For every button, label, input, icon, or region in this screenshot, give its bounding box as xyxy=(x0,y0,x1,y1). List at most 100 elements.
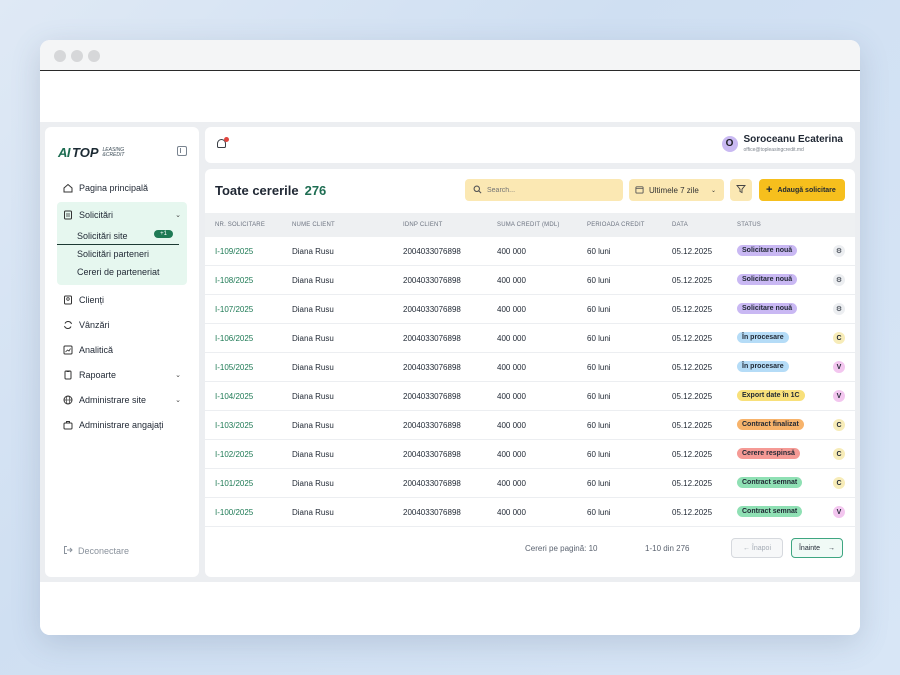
request-id-cell[interactable]: I-106/2025 xyxy=(215,334,253,343)
client-name-cell: Diana Rusu xyxy=(292,305,334,314)
column-header-idnp[interactable]: IDNP CLIENT xyxy=(403,222,442,228)
sidebar-subitem-solicitari-parteneri[interactable]: Solicitări parteneri xyxy=(57,245,187,263)
client-idnp-cell: 2004033076898 xyxy=(403,421,461,430)
table-row[interactable]: I-104/2025 Diana Rusu 2004033076898 400 000… xyxy=(205,382,855,411)
credit-period-cell: 60 luni xyxy=(587,450,611,459)
logo-mark: AI xyxy=(58,145,71,160)
table-row[interactable]: I-109/2025 Diana Rusu 2004033076898 400 000… xyxy=(205,237,855,266)
request-id-cell[interactable]: I-107/2025 xyxy=(215,305,253,314)
next-page-button[interactable]: Înainte → xyxy=(791,538,843,558)
sidebar-item-label: Pagina principală xyxy=(79,182,149,193)
client-idnp-cell: 2004033076898 xyxy=(403,247,461,256)
table-row[interactable]: I-106/2025 Diana Rusu 2004033076898 400 000… xyxy=(205,324,855,353)
browser-window: AI TOP LEASING &CREDIT Pagina principală xyxy=(40,40,860,635)
assignee-avatar[interactable]: C xyxy=(833,477,845,489)
date-cell: 05.12.2025 xyxy=(672,276,713,285)
prev-page-button[interactable]: ← Înapoi xyxy=(731,538,783,558)
request-id-cell[interactable]: I-104/2025 xyxy=(215,392,253,401)
search-input[interactable] xyxy=(487,186,617,194)
date-cell: 05.12.2025 xyxy=(672,421,713,430)
settings-icon[interactable]: ⚙ xyxy=(833,274,845,286)
chevron-down-icon: ⌄ xyxy=(710,187,716,194)
window-close-dot[interactable] xyxy=(54,50,66,62)
table-row[interactable]: I-102/2025 Diana Rusu 2004033076898 400 000… xyxy=(205,440,855,469)
table-row[interactable]: I-103/2025 Diana Rusu 2004033076898 400 000… xyxy=(205,411,855,440)
sidebar-item-label: Administrare angajați xyxy=(79,419,164,430)
sidebar-item-solicitari[interactable]: Solicitări ⌄ xyxy=(57,202,187,227)
client-name-cell: Diana Rusu xyxy=(292,479,334,488)
request-id-cell[interactable]: I-109/2025 xyxy=(215,247,253,256)
table-row[interactable]: I-108/2025 Diana Rusu 2004033076898 400 000… xyxy=(205,266,855,295)
window-maximize-dot[interactable] xyxy=(88,50,100,62)
request-id-cell[interactable]: I-101/2025 xyxy=(215,479,253,488)
credit-period-cell: 60 luni xyxy=(587,247,611,256)
credit-sum-cell: 400 000 xyxy=(497,276,526,285)
app-shell: AI TOP LEASING &CREDIT Pagina principală xyxy=(40,122,860,582)
status-badge: Contract semnat xyxy=(737,506,803,517)
home-icon xyxy=(63,183,73,193)
sidebar-subitem-label: Solicitări parteneri xyxy=(77,249,150,259)
request-id-cell[interactable]: I-103/2025 xyxy=(215,421,253,430)
request-id-cell[interactable]: I-108/2025 xyxy=(215,276,253,285)
user-profile[interactable]: O Soroceanu Ecaterina office@topleasingc… xyxy=(721,134,843,153)
settings-icon[interactable]: ⚙ xyxy=(833,245,845,257)
column-header-status[interactable]: STATUS xyxy=(737,222,761,228)
search-icon xyxy=(473,181,482,199)
status-badge: În procesare xyxy=(737,332,789,343)
per-page-label[interactable]: Cereri pe pagină: 10 xyxy=(525,544,598,553)
settings-icon[interactable]: ⚙ xyxy=(833,303,845,315)
date-cell: 05.12.2025 xyxy=(672,334,713,343)
logout-button[interactable]: Deconectare xyxy=(63,545,129,557)
sidebar-subitem-label: Cereri de parteneriat xyxy=(77,267,160,277)
column-header-date[interactable]: DATA xyxy=(672,222,688,228)
status-badge: Export date în 1C xyxy=(737,390,805,401)
sidebar-collapse-icon[interactable] xyxy=(177,146,187,156)
table-row[interactable]: I-105/2025 Diana Rusu 2004033076898 400 000… xyxy=(205,353,855,382)
filter-button[interactable] xyxy=(730,179,752,201)
column-header-name[interactable]: NUME CLIENT xyxy=(292,222,335,228)
sidebar-item-rapoarte[interactable]: Rapoarte ⌄ xyxy=(57,362,187,387)
assignee-avatar[interactable]: C xyxy=(833,332,845,344)
table-row[interactable]: I-100/2025 Diana Rusu 2004033076898 400 000… xyxy=(205,498,855,527)
table-row[interactable]: I-101/2025 Diana Rusu 2004033076898 400 000… xyxy=(205,469,855,498)
user-icon xyxy=(63,295,73,305)
assignee-avatar[interactable]: V xyxy=(833,506,845,518)
status-badge: Contract finalizat xyxy=(737,419,804,430)
date-cell: 05.12.2025 xyxy=(672,363,713,372)
column-header-period[interactable]: PERIOADA CREDIT xyxy=(587,222,645,228)
add-request-button[interactable]: + Adaugă solicitare xyxy=(759,179,845,201)
credit-period-cell: 60 luni xyxy=(587,276,611,285)
column-header-sum[interactable]: SUMA CREDIT (MDL) xyxy=(497,222,560,228)
assignee-avatar[interactable]: C xyxy=(833,419,845,431)
sidebar-item-vanzari[interactable]: Vânzări xyxy=(57,312,187,337)
avatar: O xyxy=(721,135,738,152)
sidebar-item-administrare-angajati[interactable]: Administrare angajați xyxy=(57,412,187,437)
requests-panel: Toate cererile 276 Ultimele 7 zile ⌄ xyxy=(205,169,855,577)
sidebar-subitem-cereri-parteneriat[interactable]: Cereri de parteneriat xyxy=(57,263,187,281)
window-minimize-dot[interactable] xyxy=(71,50,83,62)
pagination: Cereri pe pagină: 10 1-10 din 276 ← Înap… xyxy=(205,534,855,564)
request-id-cell[interactable]: I-100/2025 xyxy=(215,508,253,517)
prev-page-label: ← Înapoi xyxy=(742,544,772,552)
sidebar-item-label: Administrare site xyxy=(79,394,147,405)
credit-sum-cell: 400 000 xyxy=(497,508,526,517)
column-header-nr[interactable]: NR. SOLICITARE xyxy=(215,222,265,228)
sidebar-group-solicitari: Solicitări ⌄ Solicitări site +1 Solicită… xyxy=(57,202,187,285)
client-name-cell: Diana Rusu xyxy=(292,276,334,285)
request-id-cell[interactable]: I-105/2025 xyxy=(215,363,253,372)
table-row[interactable]: I-107/2025 Diana Rusu 2004033076898 400 000… xyxy=(205,295,855,324)
logo[interactable]: AI TOP LEASING &CREDIT xyxy=(58,145,124,160)
sidebar-item-home[interactable]: Pagina principală xyxy=(57,175,187,200)
sidebar-item-administrare-site[interactable]: Administrare site ⌄ xyxy=(57,387,187,412)
search-box[interactable] xyxy=(465,179,623,201)
date-range-select[interactable]: Ultimele 7 zile ⌄ xyxy=(629,179,724,201)
sidebar-item-analitica[interactable]: Analitică xyxy=(57,337,187,362)
sidebar-item-clienti[interactable]: Clienți xyxy=(57,287,187,312)
notification-bell-icon[interactable] xyxy=(216,137,229,150)
sidebar-subitem-solicitari-site[interactable]: Solicitări site +1 xyxy=(57,227,179,245)
assignee-avatar[interactable]: C xyxy=(833,448,845,460)
request-id-cell[interactable]: I-102/2025 xyxy=(215,450,253,459)
assignee-avatar[interactable]: V xyxy=(833,390,845,402)
client-idnp-cell: 2004033076898 xyxy=(403,450,461,459)
assignee-avatar[interactable]: V xyxy=(833,361,845,373)
